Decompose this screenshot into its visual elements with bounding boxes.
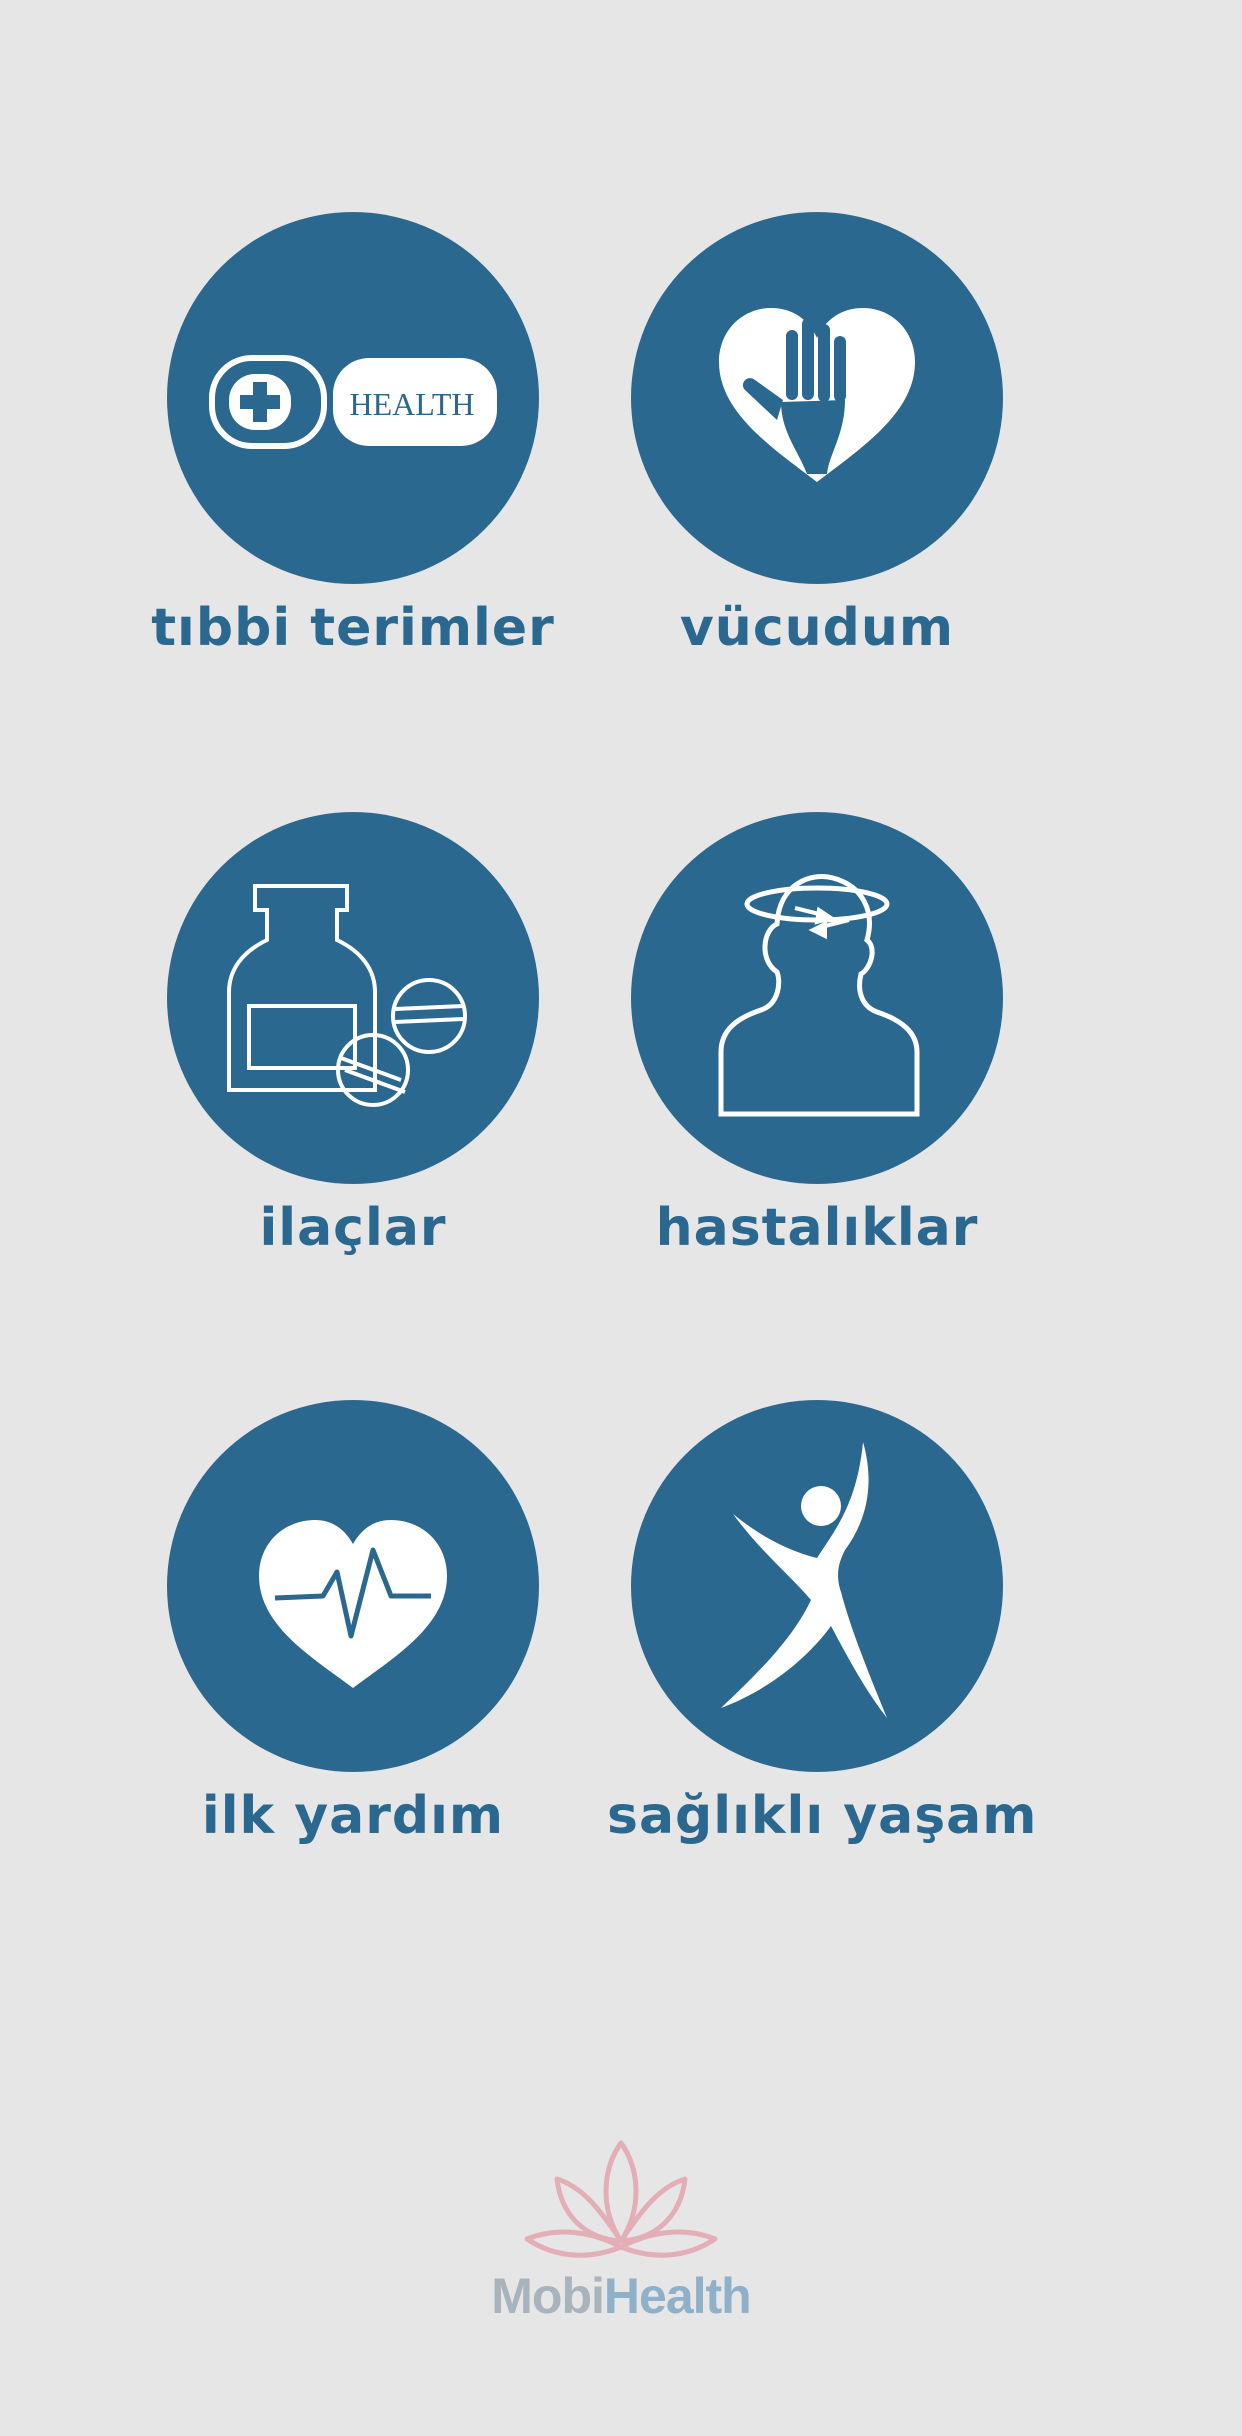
health-card-icon: HEALTH (209, 355, 497, 449)
menu-tile-diseases[interactable]: hastalıklar (607, 812, 1027, 1258)
medical-terms-button[interactable]: HEALTH (167, 212, 539, 584)
brand-name: MobiHealth (450, 2267, 792, 2325)
menu-label-medicines[interactable]: ilaçlar (143, 1198, 563, 1258)
menu-tile-first-aid[interactable]: ilk yardım (143, 1400, 563, 1846)
heart-hand-icon (719, 308, 915, 482)
healthy-living-button[interactable] (631, 1400, 1003, 1772)
medicine-bottle-pills-icon (227, 884, 467, 1107)
active-person-icon (721, 1442, 887, 1718)
menu-label-first-aid[interactable]: ilk yardım (143, 1786, 563, 1846)
menu-label-my-body[interactable]: vücudum (607, 598, 1027, 658)
mobihealth-logo: MobiHealth (450, 2135, 792, 2325)
medicines-button[interactable] (167, 812, 539, 1184)
menu-tile-medicines[interactable]: ilaçlar (143, 812, 563, 1258)
brand-name-health: Health (603, 2268, 752, 2324)
diseases-button[interactable] (631, 812, 1003, 1184)
menu-tile-medical-terms[interactable]: HEALTH tıbbi terimler (143, 212, 563, 658)
card-health-text: HEALTH (349, 386, 474, 422)
menu-tile-healthy-living[interactable]: sağlıklı yaşam (607, 1400, 1036, 1846)
lotus-flower-icon (524, 2140, 718, 2258)
menu-label-healthy-living[interactable]: sağlıklı yaşam (607, 1786, 1036, 1846)
brand-name-mobi: Mobi (491, 2268, 605, 2324)
menu-label-diseases[interactable]: hastalıklar (607, 1198, 1027, 1258)
menu-tile-my-body[interactable]: vücudum (607, 212, 1027, 658)
first-aid-button[interactable] (167, 1400, 539, 1772)
dizzy-head-icon (718, 874, 920, 1117)
my-body-button[interactable] (631, 212, 1003, 584)
heartbeat-icon (259, 1520, 447, 1688)
menu-label-medical-terms[interactable]: tıbbi terimler (143, 598, 563, 658)
